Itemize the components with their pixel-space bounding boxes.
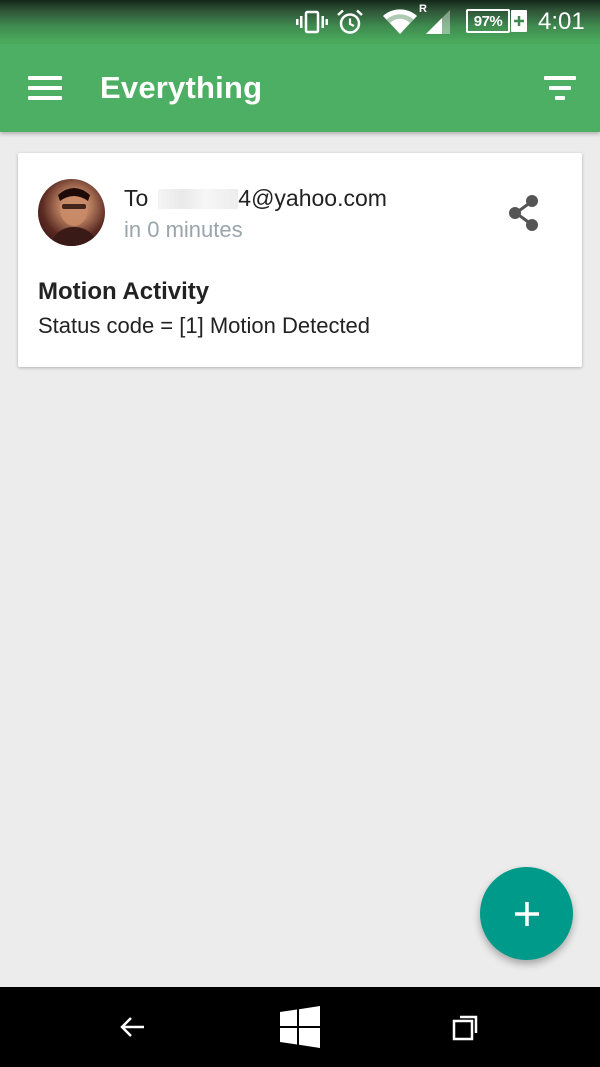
recipient-prefix: To: [124, 185, 149, 211]
app-bar: Everything: [0, 44, 600, 132]
share-icon[interactable]: [504, 193, 544, 233]
navigation-bar: [0, 987, 600, 1067]
windows-home-icon[interactable]: [278, 1005, 322, 1049]
add-button[interactable]: [480, 867, 573, 960]
recipient-email-suffix: 4@yahoo.com: [238, 185, 387, 211]
signal-icon: [424, 8, 452, 36]
recipient-email: To 4@yahoo.com: [124, 185, 387, 212]
battery-level: 97%: [466, 9, 510, 33]
plus-icon: [514, 901, 539, 926]
alarm-icon: [336, 8, 364, 36]
avatar: [38, 179, 105, 246]
vibrate-icon: [296, 8, 328, 36]
back-icon[interactable]: [110, 1005, 154, 1049]
recent-apps-icon[interactable]: [444, 1005, 488, 1049]
battery-charging-icon: [511, 10, 527, 32]
status-bar: R 97% 4:01: [0, 0, 600, 44]
clock: 4:01: [538, 8, 585, 35]
card-title: Motion Activity: [38, 278, 210, 305]
card-body: Status code = [1] Motion Detected: [38, 313, 371, 338]
page-title: Everything: [100, 70, 263, 105]
wifi-icon: [382, 8, 418, 36]
filter-icon[interactable]: [540, 74, 580, 104]
notification-card[interactable]: To 4@yahoo.com in 0 minutes Motion Activ…: [18, 153, 582, 367]
redacted-text: [158, 188, 239, 209]
timing-text: in 0 minutes: [124, 217, 243, 242]
hamburger-menu-icon[interactable]: [26, 74, 66, 102]
